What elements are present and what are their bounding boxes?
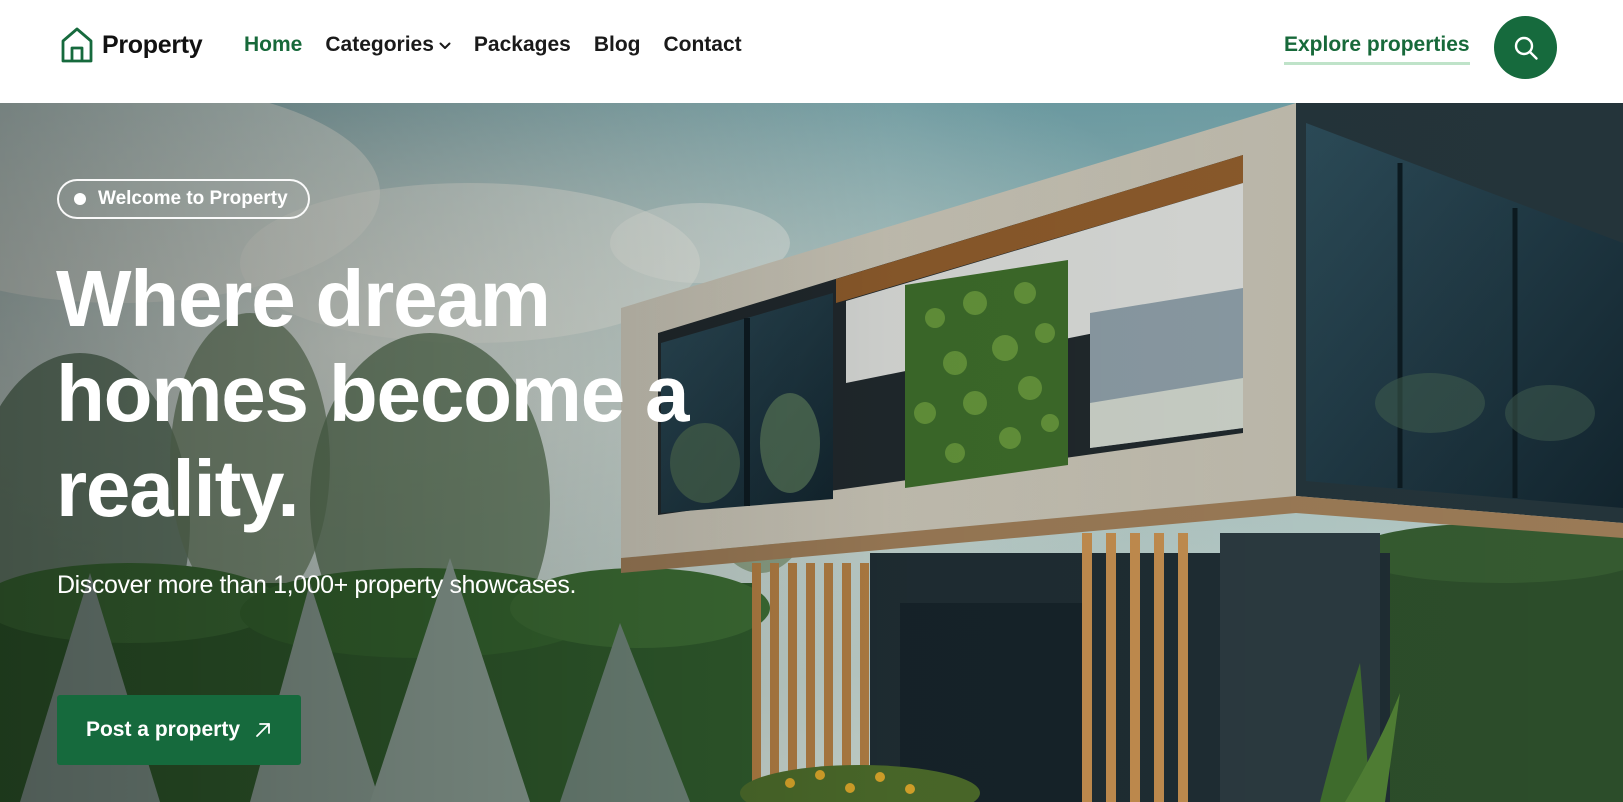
badge-text: Welcome to Property [98, 188, 288, 209]
hero-heading-line-1: Where dream [56, 254, 551, 343]
search-button[interactable] [1494, 16, 1557, 79]
site-header: Property Home Categories Packages Blog C… [0, 0, 1623, 103]
arrow-up-right-icon [256, 723, 270, 737]
nav-item-packages[interactable]: Packages [474, 33, 571, 57]
nav-item-label: Contact [663, 33, 742, 56]
hero-heading-line-3: reality. [56, 444, 300, 533]
nav-item-label: Home [244, 33, 303, 56]
badge-dot [74, 193, 86, 205]
hero-heading-line-2: homes become a [56, 349, 690, 438]
search-icon [1514, 36, 1538, 60]
hero-subheading: Discover more than 1,000+ property showc… [57, 571, 577, 599]
nav-item-contact[interactable]: Contact [663, 33, 741, 57]
nav-item-label: Blog [593, 33, 641, 56]
explore-properties-link[interactable]: Explore properties [1284, 33, 1470, 65]
nav-item-label: Categories [325, 33, 434, 56]
nav-item-home[interactable]: Home [244, 33, 302, 57]
nav-item-categories[interactable]: Categories [325, 33, 451, 57]
nav-item-blog[interactable]: Blog [594, 33, 641, 57]
post-property-button[interactable]: Post a property [57, 695, 301, 765]
chevron-down-icon [439, 42, 451, 49]
brand-logo[interactable]: Property [60, 26, 203, 64]
hero-section: Welcome to Property Where dream homes bec… [0, 103, 1623, 802]
main-nav: Home Categories Packages Blog Contact [244, 33, 742, 57]
house-outline-icon [61, 27, 93, 63]
hero-heading: Where dream homes become a reality. [56, 251, 816, 536]
post-property-label: Post a property [85, 718, 241, 741]
nav-item-label: Packages [473, 33, 571, 56]
welcome-badge: Welcome to Property [57, 179, 310, 219]
brand-name: Property [102, 30, 203, 59]
